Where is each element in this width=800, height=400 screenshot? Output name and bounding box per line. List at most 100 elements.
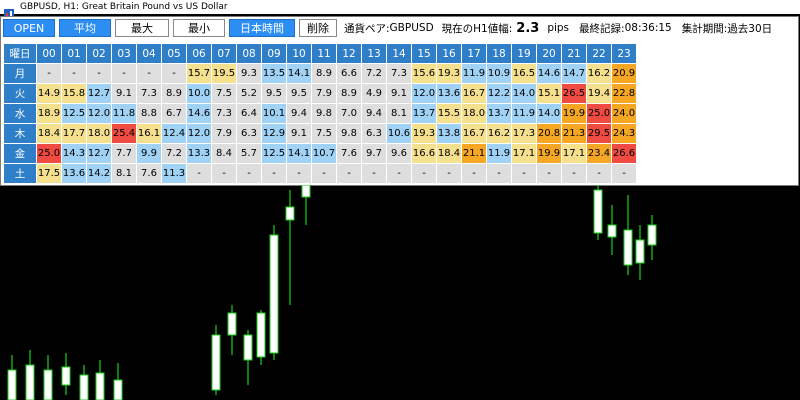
- hourly-range-table: 曜日 00 01 02 03 04 05 06 07 08 09 10 11 12 13 14 15 16 17 18…: [3, 43, 637, 184]
- candle-body: [593, 189, 603, 234]
- range-cell: 16.6: [412, 144, 436, 163]
- volatility-panel: OPEN 平均 最大 最小 日本時間 削除 通貨ペア: GBPUSD 現在のH1…: [0, 16, 799, 186]
- range-cell: 13.3: [187, 144, 211, 163]
- hour-header: 22: [587, 44, 611, 63]
- range-cell: 15.7: [187, 64, 211, 83]
- range-cell: 8.1: [387, 104, 411, 123]
- range-cell: 14.6: [537, 64, 561, 83]
- range-cell: 12.5: [62, 104, 86, 123]
- japan-time-button[interactable]: 日本時間: [229, 19, 295, 37]
- range-cell: 14.0: [537, 104, 561, 123]
- hour-header: 01: [62, 44, 86, 63]
- range-cell: 14.1: [287, 144, 311, 163]
- candle-body: [7, 369, 17, 400]
- range-cell: 12.0: [412, 84, 436, 103]
- candle-body: [61, 366, 71, 386]
- range-cell: -: [562, 164, 586, 183]
- range-cell: 19.4: [587, 84, 611, 103]
- range-cell: 14.9: [37, 84, 61, 103]
- range-cell: 11.9: [512, 104, 536, 123]
- range-cell: 11.9: [462, 64, 486, 83]
- range-cell: 7.5: [212, 84, 236, 103]
- last-record-label: 最終記録:: [579, 22, 625, 35]
- range-cell: 16.7: [462, 84, 486, 103]
- stats-bar: 通貨ペア: GBPUSD 現在のH1値幅: 2.3 pips 最終記録: 08:…: [344, 19, 772, 37]
- hour-header: 19: [512, 44, 536, 63]
- range-cell: 15.8: [62, 84, 86, 103]
- range-cell: 9.1: [287, 124, 311, 143]
- range-cell: 9.6: [387, 144, 411, 163]
- range-cell: 25.0: [37, 144, 61, 163]
- hour-header: 08: [237, 44, 261, 63]
- hour-header: 16: [437, 44, 461, 63]
- candle-body: [607, 224, 617, 238]
- chart-window-icon: [4, 3, 14, 18]
- range-cell: -: [412, 164, 436, 183]
- range-cell: 13.7: [412, 104, 436, 123]
- range-cell: 26.6: [612, 144, 636, 163]
- range-cell: 8.9: [162, 84, 186, 103]
- candle-body: [269, 234, 279, 354]
- range-cell: 16.5: [512, 64, 536, 83]
- candle-body: [623, 229, 633, 266]
- hour-header: 05: [162, 44, 186, 63]
- price-chart: [7, 185, 657, 400]
- delete-button[interactable]: 削除: [299, 19, 337, 37]
- range-cell: 23.4: [587, 144, 611, 163]
- max-button[interactable]: 最大: [115, 19, 169, 37]
- range-cell: 18.0: [87, 124, 111, 143]
- hour-header: 02: [87, 44, 111, 63]
- range-cell: -: [237, 164, 261, 183]
- min-button[interactable]: 最小: [173, 19, 225, 37]
- pair-label: 通貨ペア:: [344, 22, 390, 35]
- range-cell: 9.4: [362, 104, 386, 123]
- range-cell: 12.4: [162, 124, 186, 143]
- range-cell: 7.9: [212, 124, 236, 143]
- average-button[interactable]: 平均: [59, 19, 111, 37]
- window-titlebar: GBPUSD, H1: Great Britain Pound vs US Do…: [0, 0, 800, 18]
- hour-header: 17: [462, 44, 486, 63]
- candle-body: [113, 379, 123, 400]
- range-cell: 11.3: [162, 164, 186, 183]
- candle-body: [25, 364, 35, 400]
- range-cell: 6.3: [237, 124, 261, 143]
- window-title: GBPUSD, H1: Great Britain Pound vs US Do…: [20, 2, 228, 12]
- range-cell: -: [512, 164, 536, 183]
- range-cell: 7.7: [112, 144, 136, 163]
- day-label: 火: [4, 84, 36, 103]
- pair-value: GBPUSD: [389, 22, 434, 34]
- range-cell: 16.2: [587, 64, 611, 83]
- range-cell: 7.6: [137, 164, 161, 183]
- candle-body: [227, 312, 237, 336]
- open-button[interactable]: OPEN: [3, 19, 55, 37]
- current-range-value: 2.3: [516, 20, 540, 36]
- range-cell: 12.7: [87, 84, 111, 103]
- range-cell: 13.7: [487, 104, 511, 123]
- range-cell: 9.8: [337, 124, 361, 143]
- range-cell: -: [537, 164, 561, 183]
- range-cell: 11.9: [487, 144, 511, 163]
- range-cell: 7.3: [387, 64, 411, 83]
- current-range-label: 現在のH1値幅:: [441, 22, 513, 35]
- range-cell: 5.7: [237, 144, 261, 163]
- hour-header: 00: [37, 44, 61, 63]
- current-range-unit: pips: [547, 22, 570, 34]
- range-cell: 4.9: [362, 84, 386, 103]
- range-cell: 17.3: [512, 124, 536, 143]
- range-cell: 6.4: [237, 104, 261, 123]
- range-cell: 15.5: [437, 104, 461, 123]
- range-cell: 9.9: [137, 144, 161, 163]
- range-cell: 8.8: [137, 104, 161, 123]
- table-row: 水 18.9 12.5 12.0 11.8 8.8 6.7 14.6 7.3 6.4 10.1 9.4…: [4, 104, 636, 123]
- hour-header: 10: [287, 44, 311, 63]
- range-cell: 21.1: [462, 144, 486, 163]
- table-row: 木 18.4 17.7 18.0 25.4 16.1 12.4 12.0 7.9 6.3 12.9 9…: [4, 124, 636, 143]
- day-label: 水: [4, 104, 36, 123]
- range-cell: 9.8: [312, 104, 336, 123]
- range-cell: 9.5: [287, 84, 311, 103]
- range-cell: -: [62, 64, 86, 83]
- candle-body: [635, 239, 645, 264]
- range-cell: 12.7: [87, 144, 111, 163]
- hour-header: 13: [362, 44, 386, 63]
- range-cell: 9.4: [287, 104, 311, 123]
